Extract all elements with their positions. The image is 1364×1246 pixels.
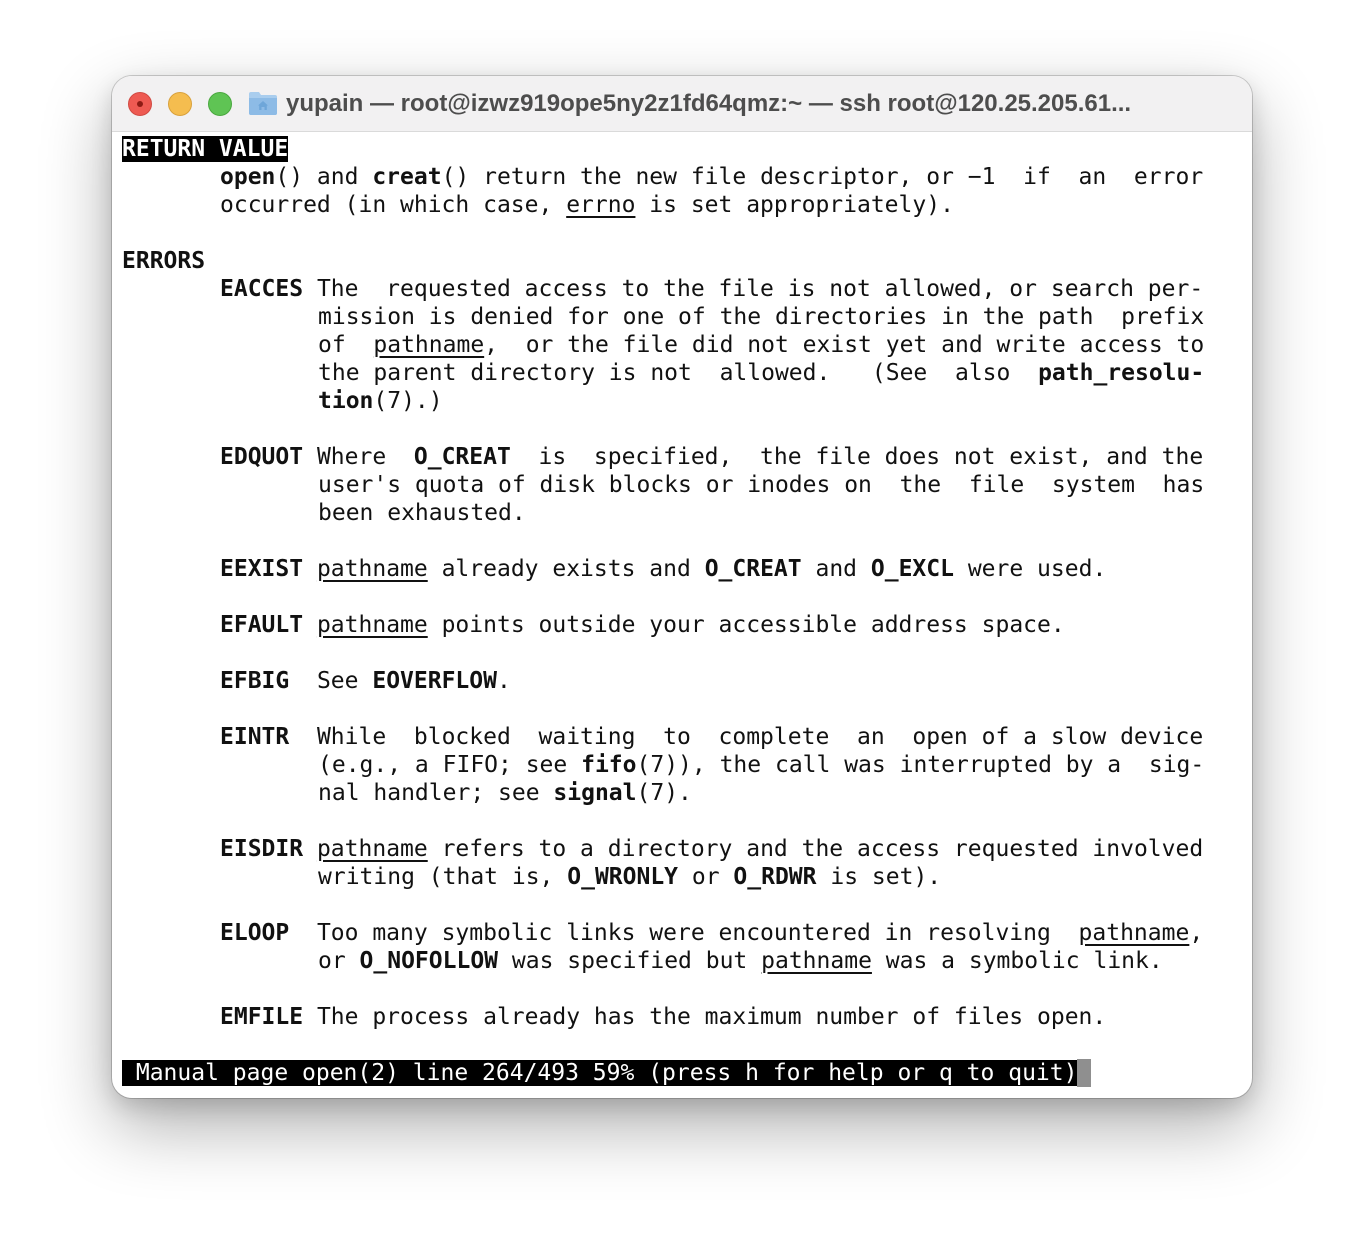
minimize-button[interactable] [168,92,192,116]
error-edquot-line-1: EDQUOT Where O_CREAT is specified, the f… [220,444,1204,470]
text-cursor [1077,1059,1092,1087]
terminal-window: yupain — root@izwz919ope5ny2z1fd64qmz:~ … [112,76,1252,1098]
error-eisdir-line-2: writing (that is, O_WRONLY or O_RDWR is … [318,864,942,890]
close-button[interactable] [128,92,152,116]
error-eacces-line-5: tion(7).) [318,388,443,414]
section-heading-errors: ERRORS [122,248,206,274]
window-title: yupain — root@izwz919ope5ny2z1fd64qmz:~ … [286,90,1132,117]
error-eloop-line-1: ELOOP Too many symbolic links were encou… [220,920,1204,946]
error-eacces-line-4: the parent directory is not allowed. (Se… [318,360,1205,386]
pager-status-bar: Manual page open(2) line 264/493 59% (pr… [122,1059,1092,1087]
error-eacces-line-3: of pathname, or the file did not exist y… [318,332,1205,358]
home-folder-icon [249,92,277,115]
error-eintr-line-1: EINTR While blocked waiting to complete … [220,724,1204,750]
error-edquot-line-2: user's quota of disk blocks or inodes on… [318,472,1205,498]
error-edquot-line-3: been exhausted. [318,500,526,526]
error-efbig-line-1: EFBIG See EOVERFLOW. [220,668,511,694]
error-eintr-line-3: nal handler; see signal(7). [318,780,692,806]
error-eintr-line-2: (e.g., a FIFO; see fifo(7)), the call wa… [318,752,1205,778]
return-value-line-1: open() and creat() return the new file d… [220,164,1204,190]
terminal-content[interactable]: RETURN VALUE open() and creat() return t… [122,135,1242,1093]
section-heading-return-value: RETURN VALUE [122,136,289,162]
error-emfile-line-1: EMFILE The process already has the maxim… [220,1004,1107,1030]
error-eisdir-line-1: EISDIR pathname refers to a directory an… [220,836,1204,862]
error-eacces-line-1: EACCES The requested access to the file … [220,276,1204,302]
error-efault-line-1: EFAULT pathname points outside your acce… [220,612,1065,638]
zoom-button[interactable] [208,92,232,116]
error-eloop-line-2: or O_NOFOLLOW was specified but pathname… [318,948,1163,974]
return-value-line-2: occurred (in which case, errno is set ap… [220,192,954,218]
error-eexist-line-1: EEXIST pathname already exists and O_CRE… [220,556,1107,582]
title-bar[interactable]: yupain — root@izwz919ope5ny2z1fd64qmz:~ … [112,76,1252,132]
error-eacces-line-2: mission is denied for one of the directo… [318,304,1205,330]
